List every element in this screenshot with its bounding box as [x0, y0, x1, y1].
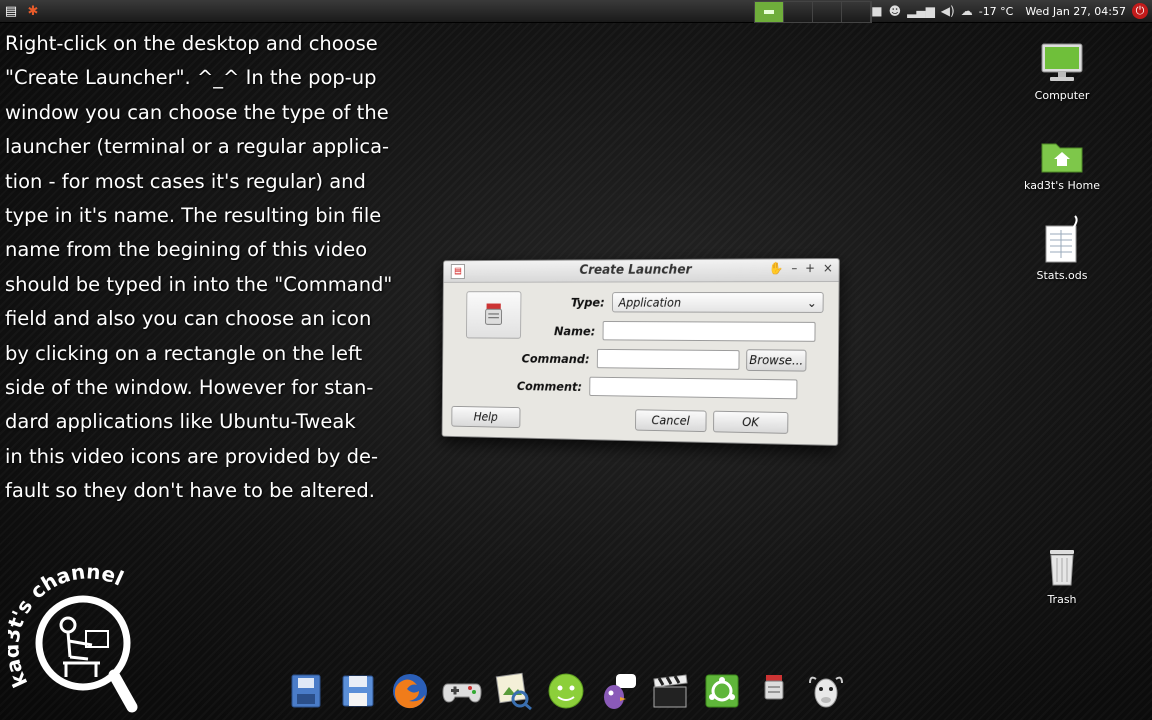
weather-icon[interactable]: ☁: [961, 4, 973, 18]
caption-line: should be typed in into the "Command": [5, 272, 393, 296]
type-label: Type:: [570, 295, 605, 310]
android-icon: [548, 673, 584, 709]
desktop-icon-label: Stats.ods: [1036, 269, 1088, 282]
pin-icon[interactable]: ✋: [769, 261, 784, 275]
close-icon[interactable]: ×: [823, 261, 833, 275]
desktop-icon-computer[interactable]: Computer: [1012, 42, 1112, 102]
workspace-1[interactable]: [755, 2, 784, 22]
file-manager-icon: [291, 674, 321, 708]
floppy-disk-icon: [342, 675, 374, 707]
help-button[interactable]: Help: [451, 405, 521, 429]
comment-label: Comment:: [516, 378, 583, 394]
launcher-icon-preview: [480, 303, 507, 329]
tutorial-caption: Right-click on the desktop and choose "C…: [5, 27, 425, 509]
clock[interactable]: Wed Jan 27, 04:57: [1025, 5, 1126, 18]
home-folder-icon: [1041, 143, 1083, 173]
main-menu-icon[interactable]: ▤: [0, 0, 22, 22]
caption-line: dard applications like Ubuntu-Tweak: [5, 410, 356, 434]
power-icon[interactable]: ⏻: [1132, 3, 1148, 19]
dock-item-ubuntu-tweak[interactable]: [701, 670, 743, 712]
desktop-icon-label: Computer: [1034, 89, 1090, 102]
name-label: Name:: [553, 323, 596, 338]
spreadsheet-icon: [1045, 215, 1078, 263]
applications-launcher-icon[interactable]: ✱: [22, 0, 44, 22]
browse-button[interactable]: Browse...: [746, 349, 807, 372]
comment-field[interactable]: [589, 376, 798, 400]
caption-line: window you can choose the type of the: [5, 100, 389, 124]
minimize-icon[interactable]: –: [791, 261, 797, 275]
trash-icon: [1050, 550, 1074, 586]
window-controls: ✋ – + ×: [769, 261, 833, 275]
workspace-switcher[interactable]: [754, 1, 872, 23]
name-row: Name:: [532, 321, 816, 342]
workspace-2[interactable]: [784, 2, 813, 22]
ubuntu-tweak-icon: [705, 674, 739, 708]
dock-item-firefox[interactable]: [389, 670, 431, 712]
clapperboard-icon: [653, 674, 688, 708]
dock-item-pidgin[interactable]: [597, 670, 639, 712]
dock-item-launcher[interactable]: [753, 670, 795, 712]
dock-item-goat[interactable]: [805, 670, 847, 712]
dock-item-image-viewer[interactable]: [493, 670, 535, 712]
dock-item-games[interactable]: [441, 670, 483, 712]
network-signal-icon[interactable]: ▂▄▆: [907, 4, 935, 18]
workspace-3[interactable]: [813, 2, 842, 22]
dock-item-video-editor[interactable]: [649, 670, 691, 712]
type-select-value: Application: [618, 295, 682, 310]
dock-item-android[interactable]: [545, 670, 587, 712]
caption-line: by clicking on a rectangle on the left: [5, 341, 363, 365]
ok-button[interactable]: OK: [713, 410, 789, 434]
command-row: Command:: [510, 348, 740, 370]
command-field[interactable]: [596, 348, 740, 370]
firefox-icon: [393, 674, 427, 709]
dock: [285, 664, 847, 712]
image-viewer-icon: [495, 672, 532, 711]
desktop-icon-stats[interactable]: Stats.ods: [1012, 214, 1112, 282]
temperature[interactable]: -17 °C: [979, 5, 1014, 18]
launcher-icon-button[interactable]: [466, 291, 522, 339]
dialog-titlebar[interactable]: ▤ Create Launcher ✋ – + ×: [443, 258, 839, 283]
chevron-down-icon: ⌄: [806, 295, 817, 310]
type-select[interactable]: Application ⌄: [612, 292, 824, 313]
launcher-app-icon: [764, 675, 784, 700]
comment-row: Comment:: [506, 376, 798, 400]
caption-line: launcher (terminal or a regular applica-: [5, 135, 390, 159]
goat-icon: [809, 676, 843, 708]
desktop-icon-trash[interactable]: Trash: [1012, 544, 1112, 606]
command-label: Command:: [521, 350, 590, 366]
caption-line: side of the window. However for stan-: [5, 376, 374, 400]
desktop-icon-label: Trash: [1047, 593, 1077, 606]
computer-icon: [1041, 43, 1083, 81]
maximize-icon[interactable]: +: [805, 261, 815, 275]
watermark-logo: kad3t's channel: [0, 559, 138, 713]
volume-icon[interactable]: ◀): [941, 4, 955, 18]
show-desktop-icon[interactable]: ■: [871, 4, 882, 18]
system-tray: ■ ☻ ▂▄▆ ◀) ☁ -17 °C Wed Jan 27, 04:57 ⏻: [871, 0, 1152, 22]
pidgin-chat-icon: [604, 674, 636, 709]
user-icon[interactable]: ☻: [889, 4, 902, 18]
caption-line: tion - for most cases it's regular) and: [5, 169, 366, 193]
caption-line: name from the begining of this video: [5, 238, 368, 262]
type-row: Type: Application ⌄: [539, 292, 824, 313]
channel-watermark: kad3t's channel: [0, 559, 178, 715]
caption-line: field and also you can choose an icon: [5, 307, 372, 331]
top-panel: ▤ ✱ ■ ☻ ▂▄▆ ◀) ☁ -17 °C Wed Jan 27, 04:5…: [0, 0, 1152, 23]
gamepad-icon: [442, 683, 482, 703]
cancel-button[interactable]: Cancel: [635, 409, 707, 433]
name-field[interactable]: [602, 321, 816, 342]
desktop-icon-home[interactable]: kad3t's Home: [1012, 138, 1112, 192]
create-launcher-dialog: ▤ Create Launcher ✋ – + × Type: Applicat…: [441, 257, 840, 446]
caption-line: in this video icons are provided by de-: [5, 444, 379, 468]
desktop-icon-label: kad3t's Home: [1024, 179, 1100, 192]
dock-item-file-manager[interactable]: [285, 670, 327, 712]
caption-line: type in it's name. The resulting bin fil…: [5, 204, 382, 228]
caption-line: fault so they don't have to be altered.: [5, 479, 375, 503]
dock-item-save[interactable]: [337, 670, 379, 712]
workspace-4[interactable]: [842, 2, 871, 22]
caption-line: Right-click on the desktop and choose: [5, 32, 378, 55]
caption-line: "Create Launcher". ^_^ In the pop-up: [5, 66, 377, 90]
